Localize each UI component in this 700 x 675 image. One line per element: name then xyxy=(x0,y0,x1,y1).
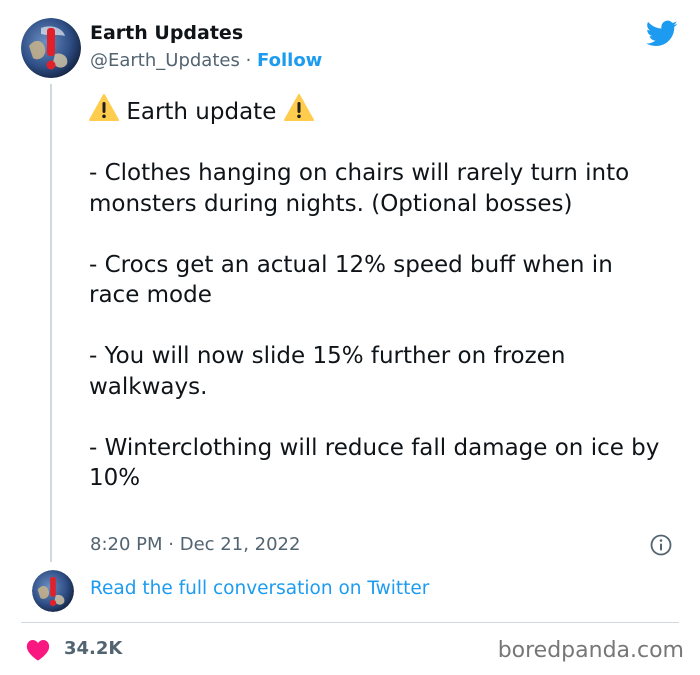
tweet-paragraph: - Winterclothing will reduce fall damage… xyxy=(89,434,660,492)
tweet-date[interactable]: Dec 21, 2022 xyxy=(180,534,301,555)
separator: · xyxy=(245,50,252,71)
tweet-title: Earth update xyxy=(126,99,277,125)
tweet-time[interactable]: 8:20 PM xyxy=(90,534,163,555)
separator: · xyxy=(168,534,174,555)
twitter-bird-icon[interactable] xyxy=(646,20,678,48)
divider xyxy=(21,622,679,623)
account-handle[interactable]: @Earth_Updates xyxy=(90,50,240,71)
like-count[interactable]: 34.2K xyxy=(64,638,122,659)
account-name[interactable]: Earth Updates xyxy=(90,22,243,44)
avatar[interactable] xyxy=(21,18,81,78)
follow-button[interactable]: Follow xyxy=(257,50,322,71)
heart-icon[interactable] xyxy=(26,639,50,661)
watermark: boredpanda.com xyxy=(497,638,684,663)
tweet-timestamp[interactable]: 8:20 PM · Dec 21, 2022 xyxy=(90,534,300,555)
info-icon[interactable] xyxy=(650,534,672,556)
handle-row: @Earth_Updates · Follow xyxy=(90,50,322,71)
read-conversation-link[interactable]: Read the full conversation on Twitter xyxy=(90,578,429,599)
tweet-paragraph: - Clothes hanging on chairs will rarely … xyxy=(89,160,630,217)
warning-icon xyxy=(89,94,119,121)
avatar[interactable] xyxy=(32,570,74,612)
warning-icon xyxy=(283,94,314,121)
tweet-paragraph: - You will now slide 15% further on froz… xyxy=(89,343,566,400)
tweet-text: Earth update - Clothes hanging on chairs… xyxy=(89,94,669,524)
tweet-paragraph: - Crocs get an actual 12% speed buff whe… xyxy=(89,251,613,309)
tweet-headline: Earth update xyxy=(89,94,669,128)
thread-line xyxy=(50,84,52,562)
